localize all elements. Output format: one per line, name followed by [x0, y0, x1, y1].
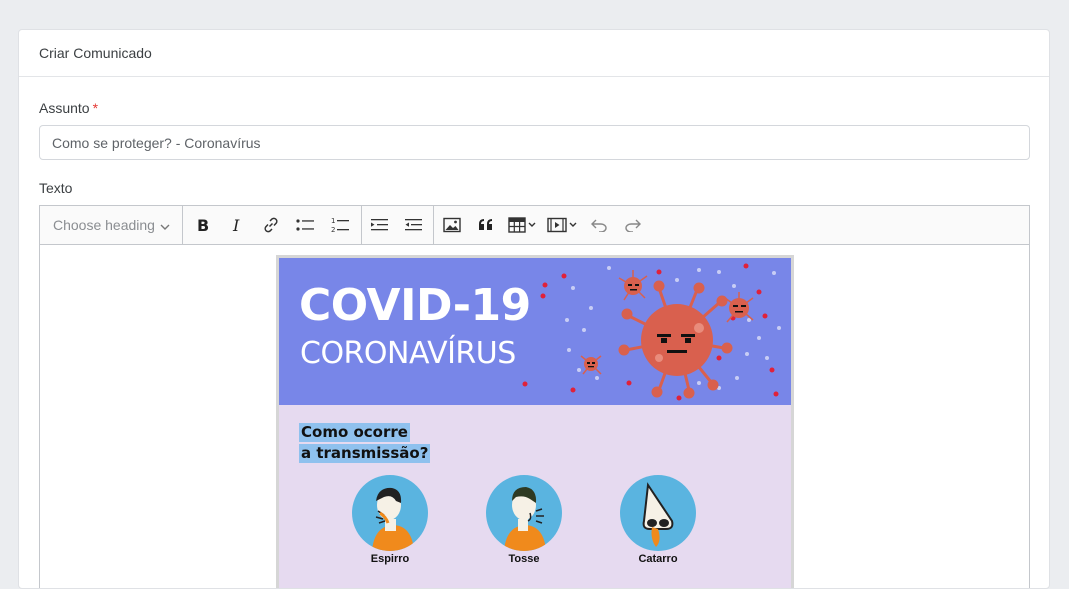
- catarrh-illustration: [620, 475, 696, 551]
- question-line-2: a transmissão?: [299, 444, 431, 463]
- italic-icon: I: [232, 217, 240, 233]
- poster-banner: COVID-19 CORONAVÍRUS: [279, 258, 791, 405]
- subject-label: Assunto *: [39, 100, 98, 116]
- rich-text-editor: Choose heading B I 12 COVID-19 CORONAVÍR…: [39, 205, 1030, 588]
- required-asterisk: *: [92, 100, 99, 116]
- insert-table-button[interactable]: [502, 206, 542, 245]
- undo-icon: [591, 219, 607, 232]
- bold-button[interactable]: B: [186, 206, 220, 245]
- outdent-icon: [371, 219, 388, 231]
- cough-illustration: [486, 475, 562, 551]
- subject-input-value: Como se proteger? - Coronavírus: [52, 134, 261, 151]
- editor-toolbar: Choose heading B I 12: [40, 205, 1029, 245]
- svg-text:2: 2: [331, 226, 335, 234]
- numbered-list-button[interactable]: 12: [322, 206, 358, 245]
- symptom-label-sneeze: Espirro: [370, 553, 410, 565]
- virus-illustration: [522, 263, 781, 401]
- insert-media-button[interactable]: [542, 206, 582, 245]
- svg-text:1: 1: [331, 217, 335, 225]
- redo-button[interactable]: [616, 206, 650, 245]
- italic-button[interactable]: I: [220, 206, 254, 245]
- subject-label-text: Assunto: [39, 100, 90, 116]
- svg-text:I: I: [232, 217, 240, 233]
- create-announcement-card: Criar Comunicado Assunto * Como se proteg…: [18, 29, 1050, 589]
- card-header: Criar Comunicado: [19, 30, 1049, 77]
- link-icon: [264, 217, 278, 233]
- chevron-down-icon: [160, 217, 170, 233]
- undo-button[interactable]: [582, 206, 616, 245]
- covid-poster-image[interactable]: COVID-19 CORONAVÍRUS Como ocorre a trans…: [276, 255, 794, 588]
- bold-icon: B: [197, 217, 209, 233]
- subject-input[interactable]: Como se proteger? - Coronavírus: [39, 125, 1030, 160]
- indent-icon: [405, 219, 422, 231]
- image-icon: [443, 217, 461, 233]
- heading-dropdown-label: Choose heading: [53, 217, 155, 233]
- bulleted-list-button[interactable]: [288, 206, 322, 245]
- symptom-label-catarrh: Catarro: [638, 553, 678, 565]
- insert-image-button[interactable]: [434, 206, 470, 245]
- editor-content-area[interactable]: COVID-19 CORONAVÍRUS Como ocorre a trans…: [40, 245, 1029, 588]
- outdent-button[interactable]: [362, 206, 396, 245]
- text-label: Texto: [39, 180, 73, 196]
- svg-text:B: B: [197, 217, 209, 233]
- numbered-list-icon: 12: [331, 217, 349, 234]
- link-button[interactable]: [254, 206, 288, 245]
- indent-button[interactable]: [396, 206, 430, 245]
- media-icon: [547, 217, 577, 233]
- table-icon: [508, 217, 536, 233]
- block-quote-button[interactable]: [470, 206, 502, 245]
- symptom-label-cough: Tosse: [508, 553, 540, 565]
- sneeze-illustration: [352, 475, 428, 551]
- question-line-1: Como ocorre: [299, 423, 410, 442]
- redo-icon: [625, 219, 641, 232]
- quote-icon: [479, 219, 492, 230]
- card-title: Criar Comunicado: [39, 45, 152, 61]
- heading-dropdown[interactable]: Choose heading: [40, 206, 183, 244]
- bulleted-list-icon: [296, 219, 314, 231]
